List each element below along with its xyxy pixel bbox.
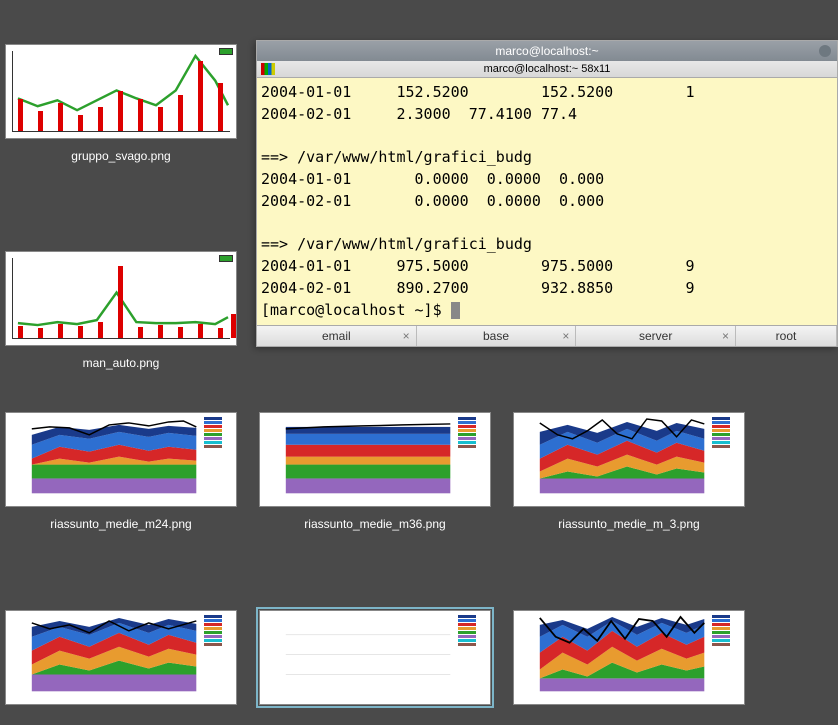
- terminal-tab-root[interactable]: root: [736, 326, 837, 346]
- terminal-tab-server[interactable]: server×: [576, 326, 736, 346]
- chart-legend: [458, 615, 488, 647]
- terminal-output[interactable]: 2004-01-01 152.5200 152.5200 1 2004-02-0…: [257, 78, 837, 325]
- thumbnail[interactable]: man_auto.png: [5, 251, 237, 370]
- close-icon[interactable]: ×: [403, 329, 410, 343]
- thumbnail-image[interactable]: [259, 412, 491, 507]
- terminal-prompt: [marco@localhost ~]$: [261, 301, 451, 319]
- thumbnail-image[interactable]: [5, 610, 237, 705]
- thumbnail[interactable]: [513, 610, 745, 705]
- thumbnail-label: gruppo_svago.png: [71, 149, 170, 163]
- thumbnail[interactable]: gruppo_svago.png: [5, 44, 237, 163]
- terminal-subtitle-bar: marco@localhost:~ 58x11: [257, 61, 837, 78]
- terminal-icon: [261, 63, 275, 75]
- thumbnail[interactable]: riassunto_medie_m_3.png: [513, 412, 745, 531]
- thumbnail-label: riassunto_medie_m_3.png: [558, 517, 699, 531]
- thumbnail-label: man_auto.png: [83, 356, 160, 370]
- terminal-line: 2004-02-01 2.3000 77.4100 77.4: [261, 105, 577, 123]
- terminal-tabbar: email× base× server× root: [257, 325, 837, 346]
- terminal-line: 2004-02-01 890.2700 932.8850 9: [261, 279, 694, 297]
- thumbnail[interactable]: riassunto_medie_m24.png: [5, 412, 237, 531]
- close-icon[interactable]: ×: [722, 329, 729, 343]
- chart-legend: [458, 417, 488, 449]
- terminal-dimensions: marco@localhost:~ 58x11: [484, 63, 611, 75]
- chart-legend: [712, 417, 742, 449]
- thumbnail[interactable]: riassunto_medie_m36.png: [259, 412, 491, 531]
- window-title: marco@localhost:~: [495, 44, 598, 58]
- thumbnail-label: riassunto_medie_m24.png: [50, 517, 191, 531]
- thumbnail-label: riassunto_medie_m36.png: [304, 517, 445, 531]
- thumbnail-image-selected[interactable]: [259, 610, 491, 705]
- close-icon[interactable]: ×: [562, 329, 569, 343]
- terminal-line: ==> /var/www/html/grafici_budg: [261, 148, 532, 166]
- chart-legend: [712, 615, 742, 647]
- thumbnail-image[interactable]: [513, 412, 745, 507]
- thumbnail-image[interactable]: [5, 44, 237, 139]
- terminal-line: 2004-01-01 152.5200 152.5200 1: [261, 83, 694, 101]
- terminal-line: ==> /var/www/html/grafici_budg: [261, 235, 532, 253]
- thumbnail-image[interactable]: [5, 251, 237, 346]
- terminal-cursor: [451, 302, 460, 319]
- terminal-window[interactable]: marco@localhost:~ marco@localhost:~ 58x1…: [256, 40, 838, 347]
- thumbnail-image[interactable]: [5, 412, 237, 507]
- window-titlebar[interactable]: marco@localhost:~: [257, 41, 837, 61]
- terminal-tab-email[interactable]: email×: [257, 326, 417, 346]
- thumbnail[interactable]: [259, 610, 491, 705]
- terminal-line: 2004-01-01 0.0000 0.0000 0.000: [261, 170, 604, 188]
- thumbnail-image[interactable]: [513, 610, 745, 705]
- terminal-line: 2004-01-01 975.5000 975.5000 9: [261, 257, 694, 275]
- terminal-line: 2004-02-01 0.0000 0.0000 0.000: [261, 192, 604, 210]
- thumbnail[interactable]: [5, 610, 237, 705]
- terminal-tab-base[interactable]: base×: [417, 326, 577, 346]
- chart-legend: [204, 615, 234, 647]
- chart-legend: [204, 417, 234, 449]
